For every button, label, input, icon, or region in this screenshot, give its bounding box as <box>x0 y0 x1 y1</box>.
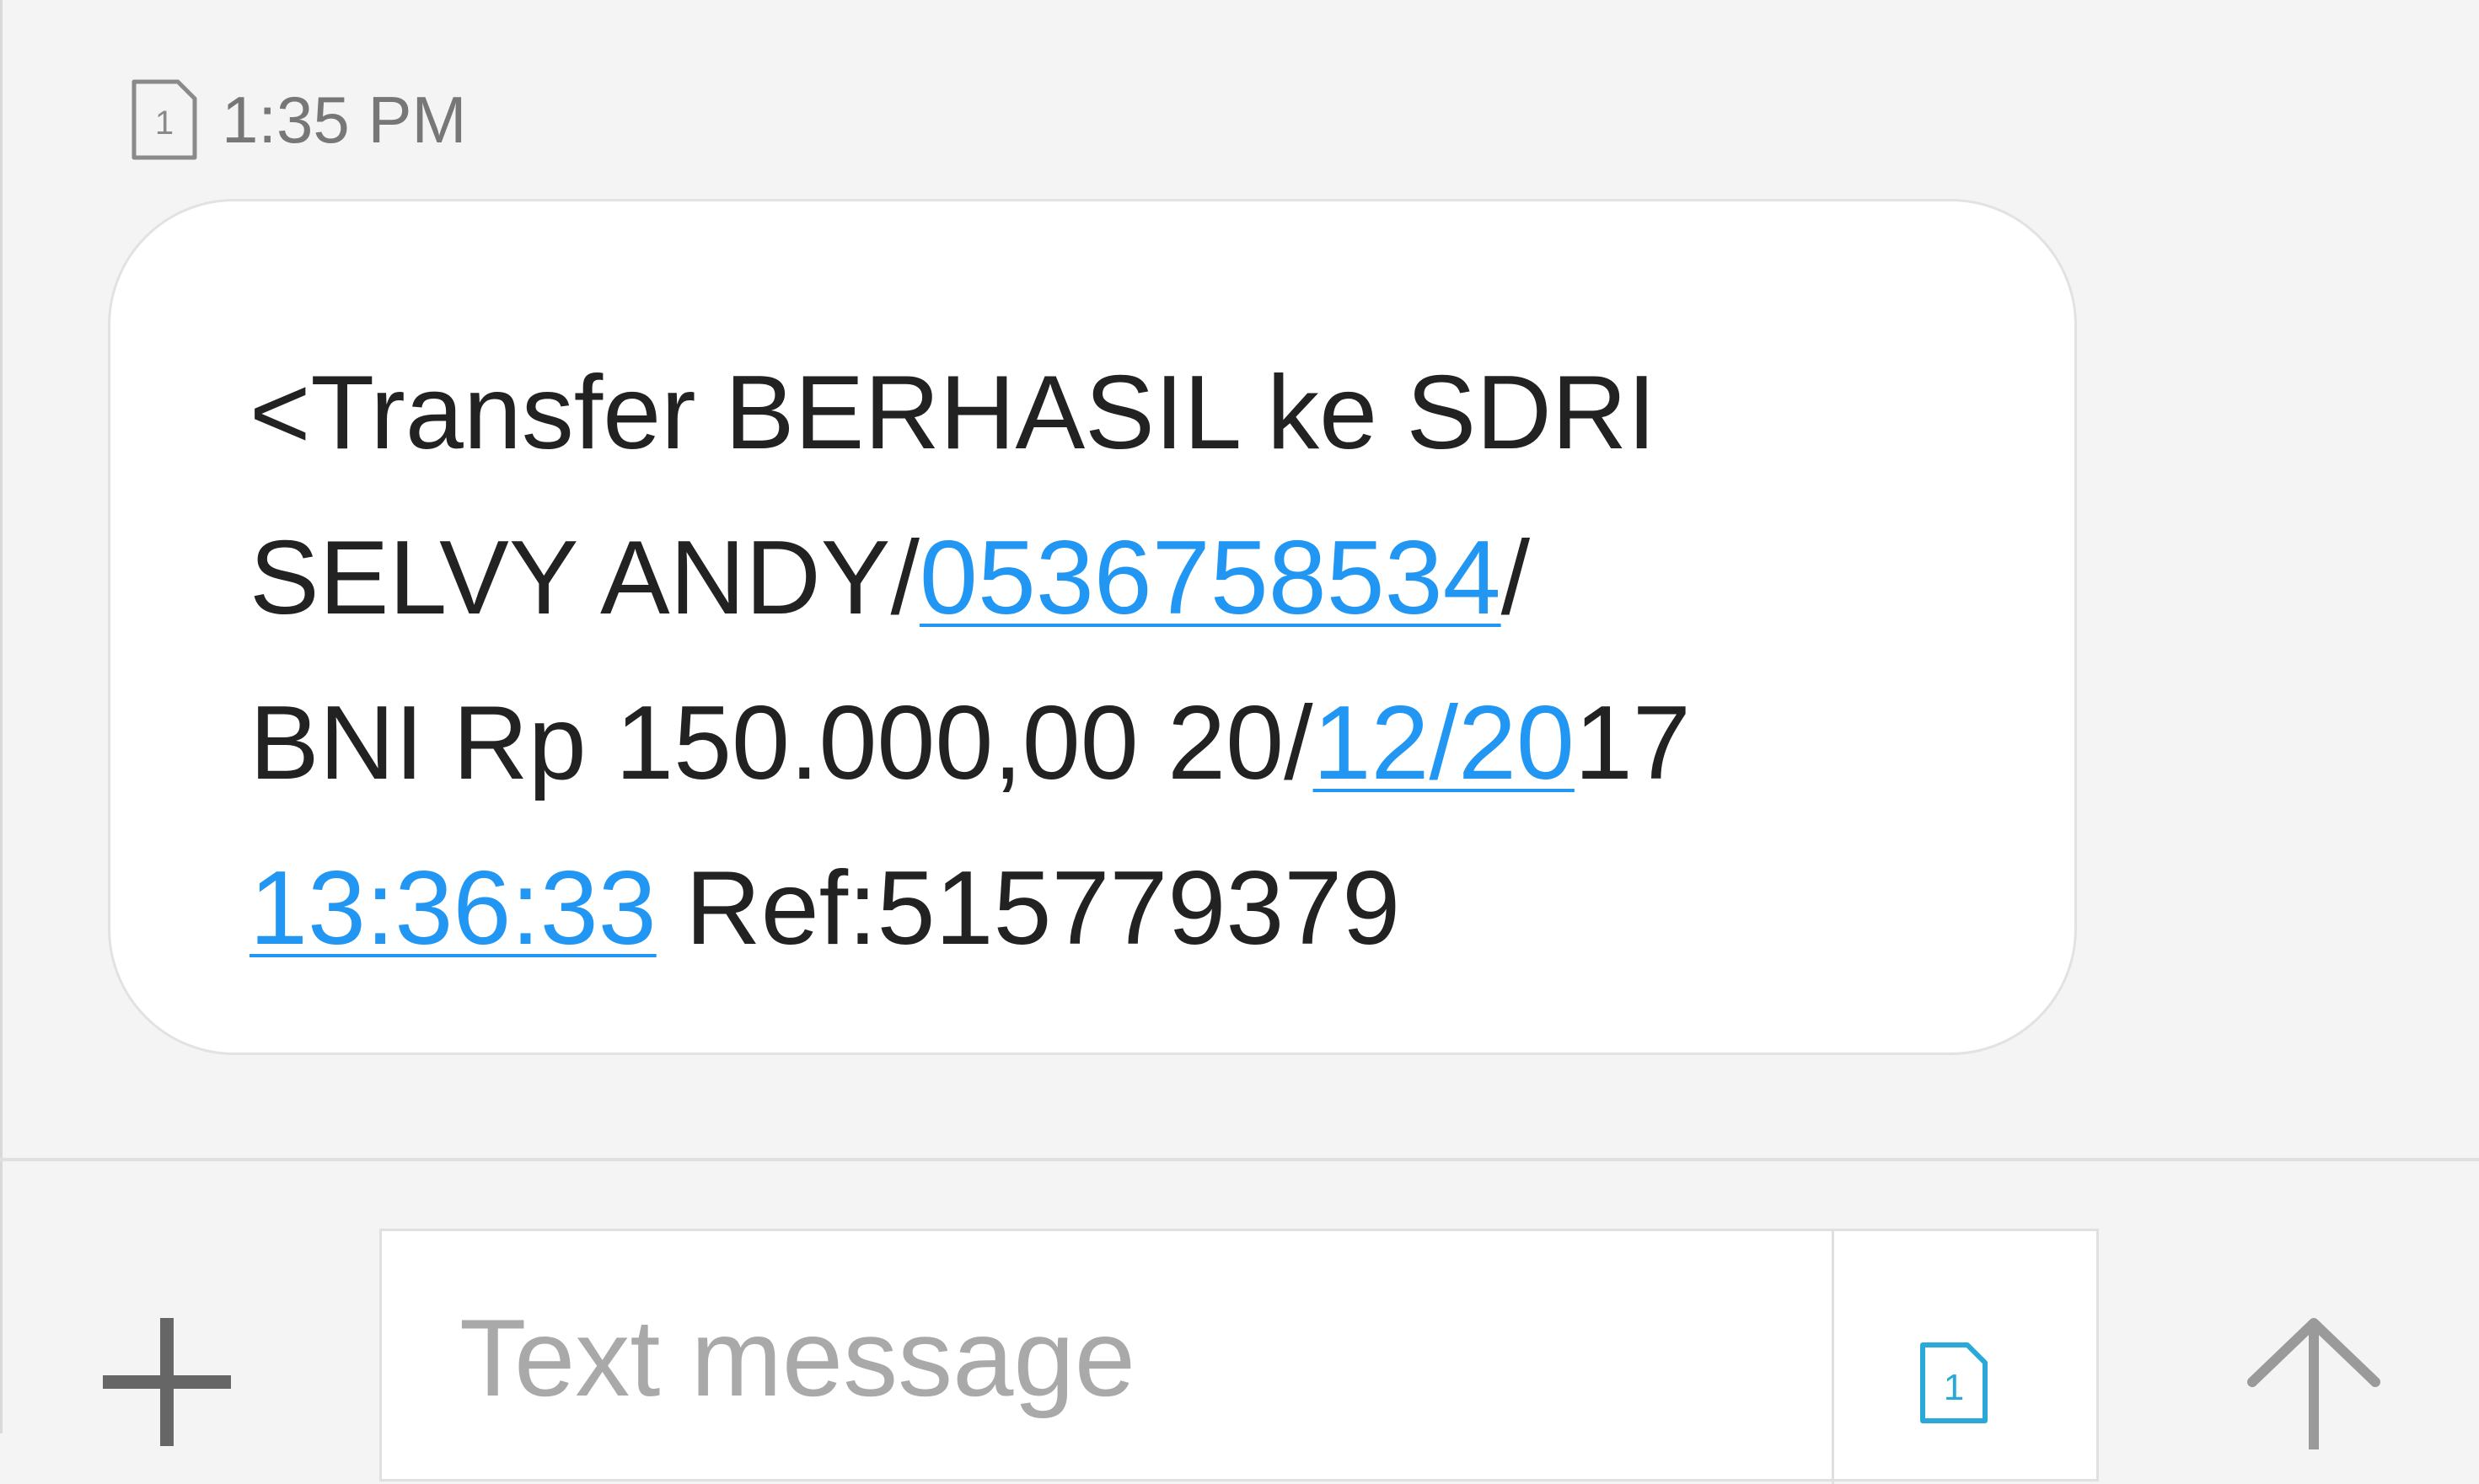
message-line: BNI Rp 150.000,00 20/12/2017 <box>250 661 2020 826</box>
message-text-segment: 17 <box>1574 685 1691 801</box>
sim-card-icon: 1 <box>131 79 197 160</box>
message-link[interactable]: 0536758534 <box>920 520 1501 636</box>
message-time: 1:35 PM <box>222 83 467 157</box>
message-line: 13:36:33 Ref:515779379 <box>250 826 2020 991</box>
sim-card-number: 1 <box>155 104 174 142</box>
message-link[interactable]: 12/20 <box>1313 685 1575 801</box>
message-bubble[interactable]: <Transfer BERHASIL ke SDRI SELVY ANDY/053… <box>108 199 2077 1055</box>
message-line: <Transfer BERHASIL ke SDRI <box>250 330 2020 496</box>
message-text-segment: <Transfer BERHASIL ke SDRI <box>250 355 1656 471</box>
message-text-segment: / <box>1500 520 1531 636</box>
message-text: <Transfer BERHASIL ke SDRI SELVY ANDY/053… <box>250 330 2020 991</box>
message-line: SELVY ANDY/0536758534/ <box>250 496 2020 661</box>
message-text-segment: Ref:515779379 <box>656 850 1401 967</box>
conversation-screen: 1 1:35 PM <Transfer BERHASIL ke SDRI SELV… <box>0 0 2479 1484</box>
plus-icon[interactable] <box>103 1318 231 1446</box>
message-link[interactable]: 13:36:33 <box>250 850 657 967</box>
sim-card-icon: 1 <box>1920 1342 1988 1423</box>
sim-select-number: 1 <box>1944 1367 1964 1408</box>
compose-separator <box>1832 1231 1834 1484</box>
message-input[interactable] <box>382 1231 1832 1484</box>
sim-select-button[interactable]: 1 <box>1886 1341 2021 1476</box>
message-text-segment: BNI Rp 150.000,00 20/ <box>250 685 1313 801</box>
screen-edge <box>0 0 3 1433</box>
message-meta: 1 1:35 PM <box>131 78 466 162</box>
arrow-up-icon[interactable] <box>2242 1315 2385 1449</box>
message-text-segment: SELVY ANDY/ <box>250 520 920 636</box>
compose-box: 1 <box>379 1229 2099 1484</box>
compose-divider <box>0 1158 2479 1161</box>
